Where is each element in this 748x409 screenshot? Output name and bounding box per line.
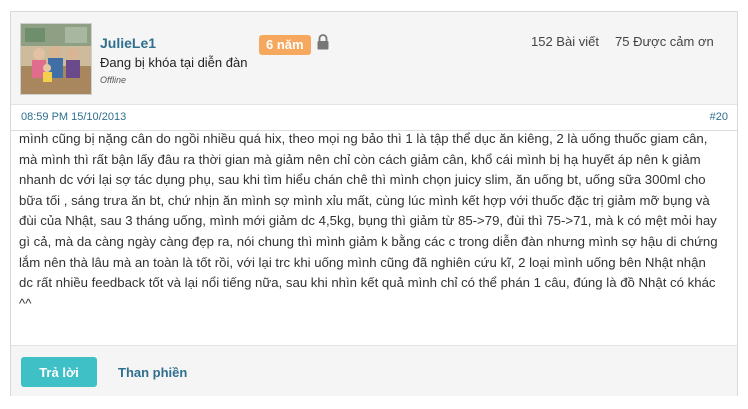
avatar[interactable] [20,23,92,95]
user-ban-status: Đang bị khóa tại diễn đàn [100,55,248,70]
post-number-link[interactable]: #20 [710,111,728,123]
post-meta-bar: 08:59 PM 15/10/2013 #20 [11,104,737,131]
user-info-bar: JulieLe1 6 năm Đang bị khóa tại diễn đàn… [11,12,737,105]
thanks-count: 75 Được cảm ơn [615,34,714,49]
reply-button[interactable]: Trả lời [21,357,97,387]
post-action-bar: Trả lời Than phiền [11,345,737,396]
post-count: 152 Bài viết [531,34,599,49]
post-body: mình cũng bị nặng cân do ngồi nhiều quá … [19,131,718,311]
post-date: 08:59 PM 15/10/2013 [21,111,127,123]
online-status: Offline [100,75,127,85]
username[interactable]: JulieLe1 [100,35,156,51]
report-link[interactable]: Than phiền [118,365,187,380]
lock-icon [317,34,329,50]
tenure-badge: 6 năm [259,35,311,55]
